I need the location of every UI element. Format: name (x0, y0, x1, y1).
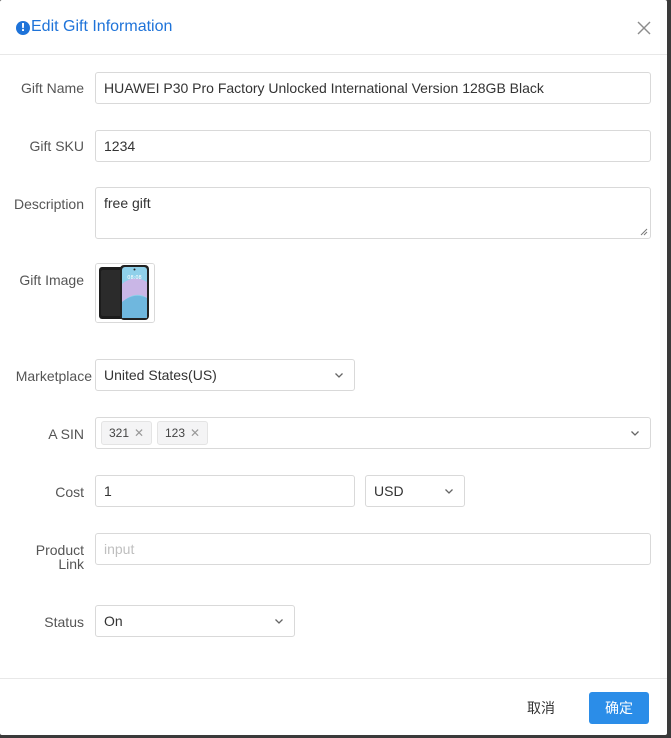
asin-multiselect[interactable]: 321 ✕ 123 ✕ (95, 417, 651, 449)
dialog-footer: 取消 确定 (0, 678, 667, 735)
product-link-label-line2: Link (58, 556, 84, 572)
cost-value: 1 (104, 483, 112, 499)
description-textarea[interactable]: free gift (95, 187, 651, 239)
gift-sku-input[interactable]: 1234 (95, 130, 651, 162)
marketplace-label: Marketplace (15, 368, 92, 384)
product-link-placeholder: input (104, 541, 135, 557)
marketplace-select[interactable]: United States(US) (95, 359, 355, 391)
status-label: Status (44, 614, 84, 630)
description-value: free gift (104, 195, 151, 211)
asin-tag-label: 123 (165, 426, 186, 440)
resize-grip-icon[interactable] (640, 228, 648, 236)
chevron-down-icon (275, 619, 283, 624)
tag-remove-icon[interactable]: ✕ (134, 422, 144, 444)
gift-name-label: Gift Name (20, 80, 84, 96)
gift-sku-label: Gift SKU (29, 138, 84, 154)
edit-gift-dialog: ! Edit Gift Information Gift Name HUAWEI… (0, 0, 667, 735)
gift-name-input[interactable]: HUAWEI P30 Pro Factory Unlocked Internat… (95, 72, 651, 104)
status-value: On (104, 613, 123, 629)
tag-remove-icon[interactable]: ✕ (190, 422, 200, 444)
chevron-down-icon (335, 373, 343, 378)
close-icon[interactable] (634, 18, 654, 38)
cost-input[interactable]: 1 (95, 475, 355, 507)
dialog-header: ! Edit Gift Information (0, 0, 667, 55)
currency-value: USD (374, 483, 404, 499)
info-icon: ! (16, 21, 30, 35)
gift-sku-value: 1234 (104, 138, 136, 154)
product-link-input[interactable]: input (95, 533, 651, 565)
gift-image-label: Gift Image (19, 272, 84, 288)
dialog-title: Edit Gift Information (31, 18, 173, 35)
asin-tag: 321 ✕ (101, 421, 153, 445)
currency-select[interactable]: USD (365, 475, 465, 507)
asin-label: A SIN (48, 426, 84, 442)
asin-tag-label: 321 (109, 426, 130, 440)
phone-image: 08:08 (96, 264, 154, 322)
status-select[interactable]: On (95, 605, 295, 637)
svg-text:08:08: 08:08 (127, 275, 141, 281)
confirm-button[interactable]: 确定 (589, 692, 649, 724)
cost-label: Cost (55, 484, 84, 500)
chevron-down-icon (445, 489, 453, 494)
cancel-button[interactable]: 取消 (513, 693, 569, 723)
chevron-down-icon (631, 431, 639, 436)
marketplace-value: United States(US) (104, 367, 217, 383)
asin-tag: 123 ✕ (157, 421, 209, 445)
gift-image-thumbnail[interactable]: 08:08 (95, 263, 155, 323)
description-label: Description (13, 196, 84, 212)
gift-name-value: HUAWEI P30 Pro Factory Unlocked Internat… (104, 80, 544, 96)
